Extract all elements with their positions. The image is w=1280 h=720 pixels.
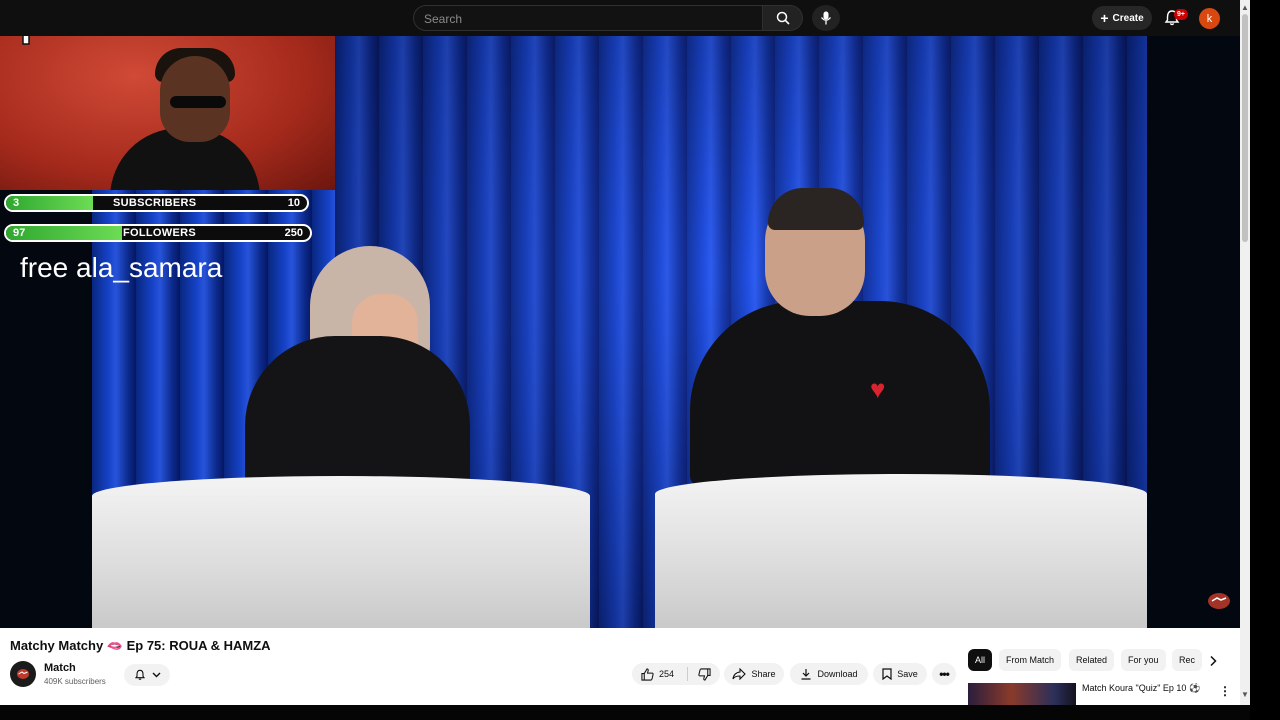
thumbs-up-icon [641,667,654,681]
follower-goal-bar: 97 FOLLOWERS 250 [4,224,312,242]
search-input[interactable]: Search [413,5,763,31]
notification-badge: 9+ [1174,9,1188,20]
download-label: Download [817,669,858,679]
heart-logo-icon: ♥ [870,374,886,404]
channel-avatar[interactable] [10,661,36,687]
handshake-watermark-icon [1208,593,1230,609]
overlay-text: free ala_samara [20,252,223,283]
microphone-icon [820,11,832,25]
dislike-button[interactable] [688,667,720,681]
bookmark-icon [882,668,892,680]
man-hair [768,188,864,230]
video-title: Matchy Matchy 🫦 Ep 75: ROUA & HAMZA [10,638,271,653]
recommended-video-title[interactable]: Match Koura "Quiz" Ep 10 ⚽ [1082,683,1200,694]
bottom-edge [0,705,1250,720]
share-label: Share [751,669,776,679]
chip-recently-uploaded[interactable]: Rec [1172,649,1203,671]
channel-name[interactable]: Match [44,662,76,674]
channel-logo-icon [17,669,29,679]
create-button[interactable]: + Create [1092,6,1152,30]
recommended-video-thumbnail[interactable] [968,683,1076,705]
download-button[interactable]: Download [790,663,868,685]
save-button[interactable]: Save [873,663,927,685]
subscriber-goal: 10 [287,197,300,209]
subscription-notification-button[interactable] [124,664,170,686]
subscriber-count: 3 [13,197,20,209]
window-edge [1250,0,1280,720]
thumbs-down-icon [697,667,711,681]
streamer-sunglasses [170,96,226,108]
like-dislike-group: 254 [632,663,720,685]
right-table [655,474,1147,628]
share-arrow-icon [732,668,747,680]
more-horizontal-icon: ••• [939,667,950,681]
voice-search-button[interactable] [812,5,840,31]
chip-from-match[interactable]: From Match [999,649,1062,671]
follower-count: 97 [13,227,26,239]
chevron-down-icon [152,672,160,678]
top-bar: Search + Create 9+ k [0,0,1240,36]
man-guest [690,301,990,486]
chip-for-you[interactable]: For you [1121,649,1166,671]
scroll-up-arrow-icon[interactable]: ▲ [1241,3,1249,12]
chip-all[interactable]: All [968,649,993,671]
left-table [92,476,590,628]
like-button[interactable]: 254 [632,667,688,681]
chip-related[interactable]: Related [1069,649,1115,671]
search-icon [776,11,790,25]
screen: ♥ 3 SUBSCRIBERS 10 97 FOLLOWERS 250 free… [0,0,1280,720]
subscriber-label: SUBSCRIBERS [113,197,197,209]
account-avatar[interactable]: k [1199,8,1220,29]
video-info-panel: Matchy Matchy 🫦 Ep 75: ROUA & HAMZA Matc… [0,628,1240,705]
create-label: Create [1112,12,1144,24]
channel-subscriber-count: 409K subscribers [44,677,106,686]
chevron-right-icon[interactable] [1207,655,1219,667]
search-button[interactable] [763,5,803,31]
share-button[interactable]: Share [724,663,784,685]
more-actions-button[interactable]: ••• [932,663,956,685]
follower-label: FOLLOWERS [123,227,196,239]
bell-icon [134,669,145,680]
scrollbar-thumb[interactable] [1242,14,1248,242]
recommendation-filter-chips: All From Match Related For you Rec [968,649,1230,671]
page-scrollbar[interactable] [1240,0,1250,705]
like-count: 254 [659,669,675,679]
plus-icon: + [1100,10,1109,26]
subscriber-goal-bar: 3 SUBSCRIBERS 10 [4,194,309,212]
woman-guest [245,336,470,486]
scroll-down-arrow-icon[interactable]: ▼ [1241,690,1249,699]
download-icon [801,669,811,680]
save-label: Save [897,669,918,679]
recommended-video-menu-icon[interactable]: ⋮ [1219,684,1231,698]
follower-goal: 250 [284,227,303,239]
